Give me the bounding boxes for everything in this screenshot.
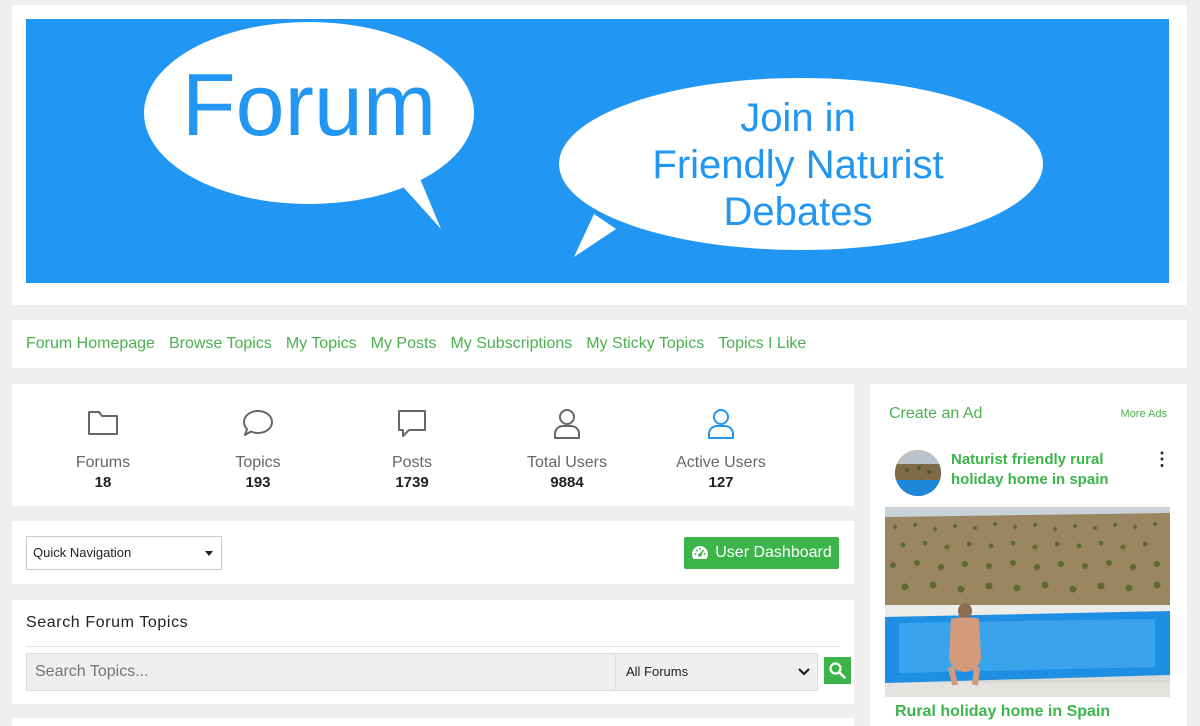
quick-navigation-value: Quick Navigation — [33, 545, 132, 560]
stat-label: Active Users — [676, 454, 766, 471]
stat-value: 9884 — [550, 474, 584, 491]
nav-browse-topics[interactable]: Browse Topics — [169, 335, 272, 353]
ad-image[interactable] — [885, 507, 1170, 697]
divider — [26, 646, 840, 647]
folder-icon — [28, 408, 178, 448]
stat-value: 127 — [708, 474, 734, 491]
stat-value: 193 — [245, 474, 271, 491]
ad-avatar[interactable] — [895, 450, 941, 496]
stat-posts: Posts 1739 — [337, 408, 487, 491]
forum-filter-select[interactable]: All Forums — [615, 653, 818, 691]
banner-tagline-line-1: Join in — [740, 96, 856, 140]
stat-label: Forums — [75, 454, 131, 471]
more-options-icon[interactable]: ⋮ — [1153, 450, 1171, 468]
search-topics-input[interactable] — [26, 653, 616, 691]
caret-down-icon — [205, 551, 213, 556]
forum-filter-value: All Forums — [626, 664, 689, 679]
search-submit-button[interactable] — [824, 657, 851, 684]
stat-active-users: Active Users 127 — [646, 408, 796, 491]
stat-label: Topics — [235, 454, 281, 471]
ad-title-link[interactable]: Naturist friendly rural holiday home in … — [951, 450, 1141, 490]
quick-nav-panel: Quick Navigation User Dashboard — [12, 521, 854, 584]
user-active-icon — [646, 408, 796, 448]
create-an-ad-link[interactable]: Create an Ad — [889, 405, 982, 423]
nav-topics-i-like[interactable]: Topics I Like — [718, 335, 806, 353]
more-ads-link[interactable]: More Ads — [1121, 408, 1167, 420]
nav-my-posts[interactable]: My Posts — [371, 335, 437, 353]
stat-label: Total Users — [526, 454, 608, 471]
stat-label: Posts — [391, 454, 432, 471]
nav-my-topics[interactable]: My Topics — [286, 335, 357, 353]
search-forum-panel: Search Forum Topics All Forums — [12, 600, 854, 704]
speedometer-icon — [692, 546, 709, 559]
stat-topics: Topics 193 — [183, 408, 333, 491]
nav-forum-homepage[interactable]: Forum Homepage — [26, 335, 155, 353]
stat-total-users: Total Users 9884 — [492, 408, 642, 491]
banner-card: Forum Join in Friendly Naturist Debates — [12, 5, 1187, 305]
stat-value: 18 — [94, 474, 112, 491]
banner-tagline: Join in Friendly Naturist Debates — [578, 95, 1018, 236]
nav-my-subscriptions[interactable]: My Subscriptions — [450, 335, 572, 353]
ad-caption-link[interactable]: Rural holiday home in Spain — [895, 703, 1110, 721]
message-square-icon — [337, 408, 487, 448]
banner-tagline-line-3: Debates — [723, 190, 873, 234]
stat-value: 1739 — [395, 474, 429, 491]
user-dashboard-button[interactable]: User Dashboard — [684, 537, 839, 569]
ad-sidebar: Create an Ad More Ads Naturist friendly … — [870, 384, 1187, 726]
next-panel-edge — [12, 718, 854, 726]
forum-stats-panel: Forums 18 Topics 193 Posts 1739 Total Us… — [12, 384, 854, 506]
nav-my-sticky-topics[interactable]: My Sticky Topics — [586, 335, 704, 353]
stat-forums: Forums 18 — [28, 408, 178, 491]
chevron-down-icon — [798, 668, 810, 676]
quick-navigation-select[interactable]: Quick Navigation — [26, 536, 222, 570]
search-panel-title: Search Forum Topics — [26, 614, 189, 631]
search-icon — [829, 662, 846, 679]
banner-forum-text: Forum — [181, 55, 437, 154]
forum-banner[interactable]: Forum Join in Friendly Naturist Debates — [26, 19, 1169, 283]
user-icon — [492, 408, 642, 448]
chat-bubble-icon — [183, 408, 333, 448]
user-dashboard-label: User Dashboard — [715, 544, 832, 561]
forum-nav-bar: Forum Homepage Browse Topics My Topics M… — [12, 320, 1187, 368]
banner-tagline-line-2: Friendly Naturist — [652, 143, 944, 187]
